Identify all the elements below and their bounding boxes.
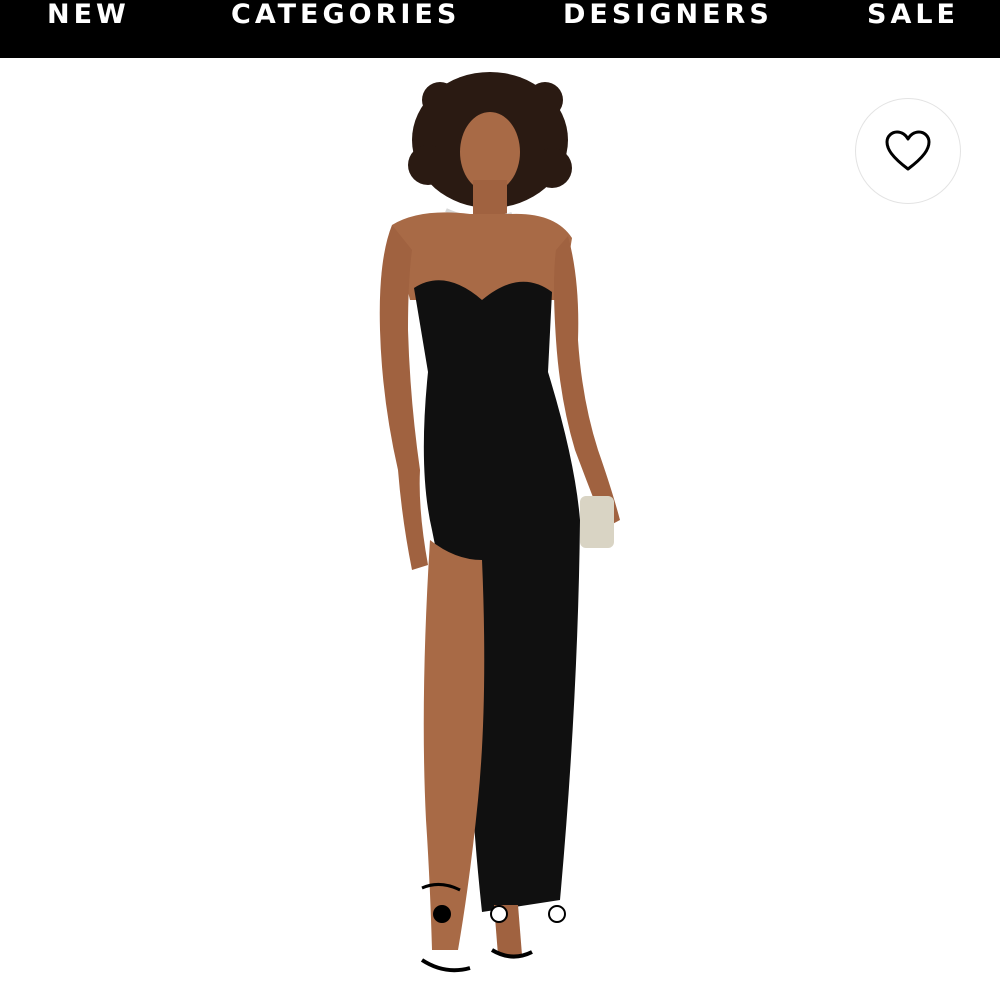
product-image[interactable] [0, 58, 1000, 1000]
nav-item-categories[interactable]: CATEGORIES [231, 0, 460, 32]
nav-item-new[interactable]: NEW [47, 0, 130, 32]
model-image-illustration [379, 72, 620, 973]
top-navigation: NEW CATEGORIES DESIGNERS SALE [0, 0, 1000, 58]
carousel-dot-3[interactable] [548, 905, 566, 923]
wishlist-button[interactable] [855, 98, 961, 204]
carousel-dot-2[interactable] [490, 905, 508, 923]
nav-item-designers[interactable]: DESIGNERS [563, 0, 773, 32]
carousel-dot-1[interactable] [433, 905, 451, 923]
heart-icon [885, 130, 931, 171]
nav-item-sale[interactable]: SALE [867, 0, 959, 32]
